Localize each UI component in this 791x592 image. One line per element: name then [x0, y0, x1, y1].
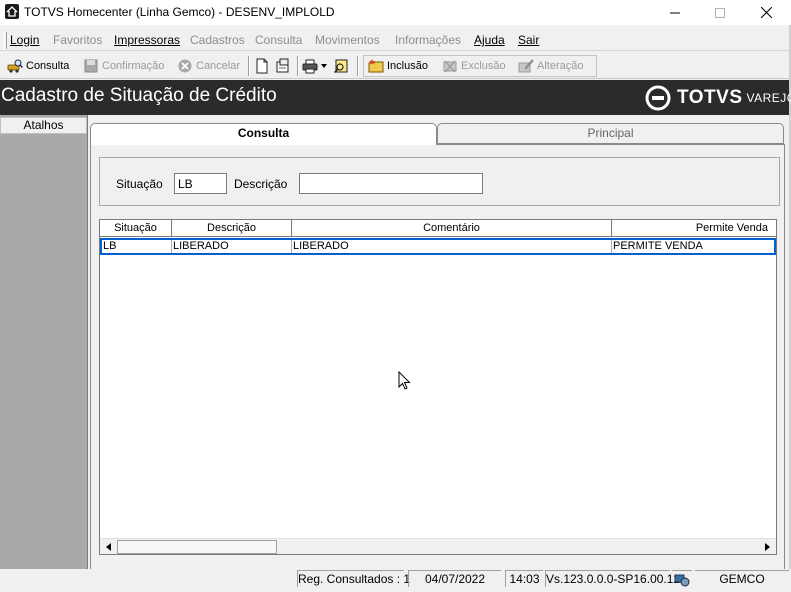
print-preview-button[interactable]: [275, 56, 291, 76]
sidebar-title[interactable]: Atalhos: [0, 117, 87, 134]
status-time: 14:03: [505, 570, 543, 587]
totvs-logo: TOTVS VAREJO: [645, 85, 791, 111]
content-area: Consulta Principal Situação Descrição Si…: [89, 115, 789, 569]
confirmacao-button[interactable]: Confirmação: [83, 56, 164, 76]
maximize-button[interactable]: [697, 0, 743, 25]
column-header-situacao[interactable]: Situação: [100, 220, 172, 237]
app-home-icon[interactable]: [5, 4, 19, 19]
network-status-icon[interactable]: [672, 570, 692, 587]
status-company: GEMCO: [695, 570, 789, 587]
menu-bar: Login Favoritos Impressoras Cadastros Co…: [0, 29, 789, 51]
document-icon: [254, 58, 270, 74]
print-button[interactable]: [302, 56, 327, 76]
situacao-label: Situação: [116, 177, 163, 191]
menu-grip[interactable]: [4, 32, 7, 49]
tab-principal[interactable]: Principal: [437, 123, 784, 144]
screen-title: Cadastro de Situação de Crédito: [1, 85, 277, 107]
tab-consulta[interactable]: Consulta: [90, 123, 437, 145]
toolbar-separator: [357, 56, 359, 76]
cancelar-label: Cancelar: [196, 60, 240, 72]
grid-header: Situação Descrição Comentário Permite Ve…: [100, 220, 777, 237]
consulta-button[interactable]: Consulta: [7, 56, 69, 76]
status-records: Reg. Consultados : 1: [297, 570, 404, 587]
cancel-icon: [177, 58, 193, 74]
menu-cadastros[interactable]: Cadastros: [190, 33, 245, 47]
alteracao-button[interactable]: Alteração: [518, 56, 583, 76]
cell-permite-venda: PERMITE VENDA: [612, 240, 772, 253]
status-bar: Reg. Consultados : 1 04/07/2022 14:03 Vs…: [0, 569, 791, 587]
delete-icon: [442, 58, 458, 74]
logo-text: TOTVS: [677, 87, 743, 109]
menu-login[interactable]: Login: [10, 33, 39, 47]
toolbar: Consulta Confirmação Cancelar: [0, 53, 789, 79]
menu-ajuda[interactable]: Ajuda: [474, 33, 505, 47]
scroll-right-icon: [765, 543, 770, 551]
menu-consulta[interactable]: Consulta: [255, 33, 302, 47]
cell-comentario: LIBERADO: [292, 240, 612, 253]
table-row[interactable]: LB LIBERADO LIBERADO PERMITE VENDA: [100, 238, 776, 255]
inclusao-button[interactable]: Inclusão: [368, 56, 428, 76]
preview-icon: [275, 58, 291, 74]
mouse-cursor-icon: [398, 371, 412, 391]
new-document-button[interactable]: [254, 56, 270, 76]
minimize-icon: [670, 8, 680, 18]
maximize-icon: [715, 8, 725, 18]
logo-subtext: VAREJO: [747, 91, 791, 105]
filter-group: Situação Descrição: [99, 157, 780, 206]
scroll-left-icon: [106, 543, 111, 551]
column-header-permite-venda[interactable]: Permite Venda: [612, 220, 772, 237]
search-car-icon: [7, 58, 23, 74]
totvs-logo-icon: [645, 85, 671, 111]
exclusao-label: Exclusão: [461, 60, 506, 72]
tab-panel-consulta: Situação Descrição Situação Descrição Co…: [90, 144, 785, 569]
cell-situacao: LB: [102, 240, 172, 253]
shortcuts-sidebar: Atalhos: [0, 115, 88, 569]
search-help-icon: [333, 58, 349, 74]
search-help-button[interactable]: [333, 56, 349, 76]
scroll-left-button[interactable]: [100, 539, 117, 555]
menu-impressoras[interactable]: Impressoras: [114, 33, 180, 47]
title-bar: TOTVS Homecenter (Linha Gemco) - DESENV_…: [0, 0, 791, 25]
close-icon: [761, 7, 772, 18]
save-icon: [83, 58, 99, 74]
cancelar-button[interactable]: Cancelar: [177, 56, 240, 76]
minimize-button[interactable]: [652, 0, 698, 25]
add-folder-icon: [368, 58, 384, 74]
dropdown-arrow-icon: [321, 64, 327, 68]
menu-favoritos[interactable]: Favoritos: [53, 33, 102, 47]
window-title: TOTVS Homecenter (Linha Gemco) - DESENV_…: [24, 5, 335, 19]
edit-icon: [518, 58, 534, 74]
alteracao-label: Alteração: [537, 60, 583, 72]
descricao-label: Descrição: [234, 177, 287, 191]
descricao-input[interactable]: [299, 173, 483, 194]
results-grid[interactable]: Situação Descrição Comentário Permite Ve…: [99, 219, 777, 555]
situacao-input[interactable]: [174, 173, 227, 194]
column-header-comentario[interactable]: Comentário: [292, 220, 612, 237]
consulta-label: Consulta: [26, 60, 69, 72]
menu-informacoes[interactable]: Informações: [395, 33, 461, 47]
inclusao-label: Inclusão: [387, 60, 428, 72]
scroll-thumb[interactable]: [117, 540, 277, 554]
confirmacao-label: Confirmação: [102, 60, 164, 72]
printer-icon: [302, 58, 318, 74]
screen-header: Cadastro de Situação de Crédito TOTVS VA…: [0, 80, 789, 115]
toolbar-separator: [297, 56, 299, 76]
menu-sair[interactable]: Sair: [518, 33, 539, 47]
toolbar-separator: [248, 56, 250, 76]
horizontal-scrollbar[interactable]: [100, 538, 776, 555]
cell-descricao: LIBERADO: [172, 240, 292, 253]
menu-movimentos[interactable]: Movimentos: [315, 33, 380, 47]
column-header-descricao[interactable]: Descrição: [172, 220, 292, 237]
status-date: 04/07/2022: [408, 570, 501, 587]
scroll-right-button[interactable]: [759, 539, 776, 555]
close-button[interactable]: [743, 0, 789, 25]
status-version: Vs.123.0.0.0-SP16.00.12: [545, 570, 670, 587]
exclusao-button[interactable]: Exclusão: [442, 56, 506, 76]
